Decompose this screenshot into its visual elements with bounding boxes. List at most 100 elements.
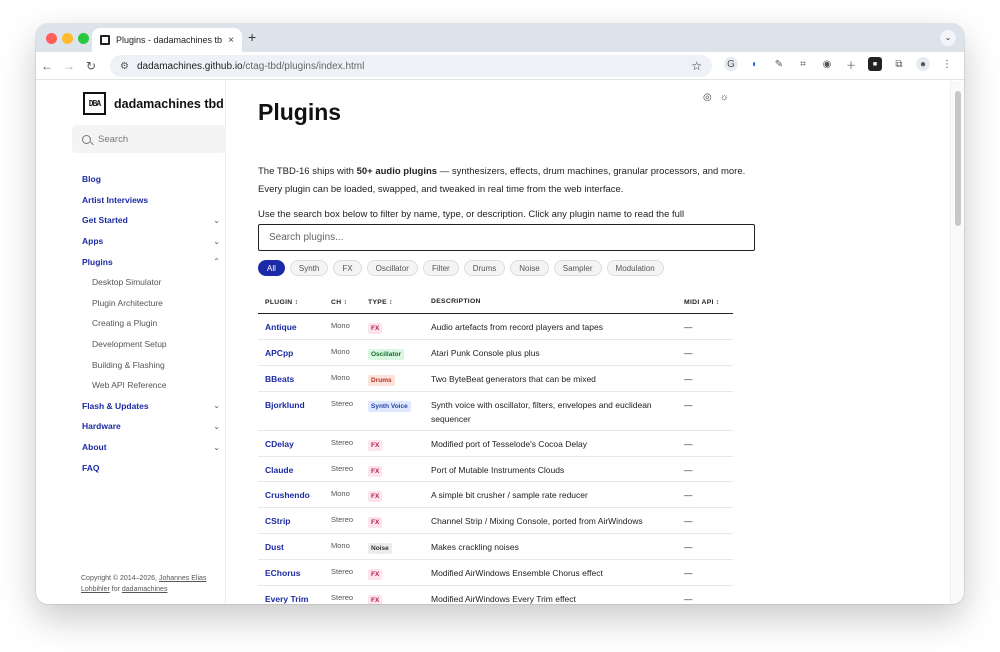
extension-badge-icon[interactable]: ■	[868, 57, 882, 71]
sidebar-item-label: Flash & Updates	[82, 400, 149, 411]
sidebar: DBA dadamachines tbd Search Blog Artist I…	[36, 81, 226, 604]
tab-plugins[interactable]: Plugins - dadamachines tbd ×	[92, 28, 242, 52]
chevron-down-icon[interactable]: ⌄	[213, 237, 220, 246]
filter-chip-fx[interactable]: FX	[333, 260, 362, 276]
midi-api-cell: —	[684, 373, 693, 384]
plugin-link[interactable]: Claude	[265, 465, 293, 475]
column-header[interactable]: PLUGIN ↕	[258, 299, 331, 306]
sidebar-item-label: Artist Interviews	[82, 194, 149, 205]
extension-camera-icon[interactable]: ◉	[820, 57, 834, 71]
chevron-down-icon[interactable]: ⌄	[213, 216, 220, 225]
plugin-search-input[interactable]: Search plugins...	[258, 224, 755, 251]
table-row: Antique Mono FX Audio artefacts from record…	[258, 314, 733, 340]
accessibility-eye-icon[interactable]: ◎	[703, 92, 712, 103]
plugin-link[interactable]: Bjorklund	[265, 400, 305, 410]
column-header[interactable]: CH ↕	[331, 299, 368, 306]
sidebar-item-web-api-reference[interactable]: Web API Reference	[82, 375, 226, 396]
midi-api-cell: —	[684, 490, 693, 501]
extension-crop-icon[interactable]: ⌗	[796, 57, 810, 71]
sidebar-item-desktop-simulator[interactable]: Desktop Simulator	[82, 272, 226, 293]
sidebar-item-flash-updates[interactable]: Flash & Updates ⌄	[82, 396, 226, 417]
channel-cell: Mono	[331, 372, 350, 382]
filter-chip-oscillator[interactable]: Oscillator	[366, 260, 418, 276]
sidebar-item-get-started[interactable]: Get Started ⌄	[82, 210, 226, 231]
sidebar-item-faq[interactable]: FAQ	[82, 457, 226, 478]
minimize-window-button[interactable]	[62, 33, 73, 44]
theme-sun-icon[interactable]: ☼	[720, 92, 729, 103]
org-link[interactable]: dadamachines	[122, 586, 168, 593]
sidebar-item-about[interactable]: About ⌄	[82, 437, 226, 458]
sidebar-item-creating-a-plugin[interactable]: Creating a Plugin	[82, 313, 226, 334]
sidebar-item-artist-interviews[interactable]: Artist Interviews	[82, 190, 226, 211]
plugin-link[interactable]: CStrip	[265, 516, 291, 526]
address-bar[interactable]: ⚙ dadamachines.github.io/ctag-tbd/plugin…	[110, 55, 712, 77]
type-cell: FX	[368, 516, 431, 529]
sidebar-item-development-setup[interactable]: Development Setup	[82, 334, 226, 355]
sidebar-item-label: Plugin Architecture	[92, 297, 163, 308]
sidebar-item-plugin-architecture[interactable]: Plugin Architecture	[82, 293, 226, 314]
reload-icon[interactable]: ↻	[80, 59, 102, 73]
maximize-window-button[interactable]	[78, 33, 89, 44]
midi-api-cell: —	[684, 438, 693, 449]
sidebar-search-input[interactable]: Search	[72, 125, 226, 153]
filter-chip-noise[interactable]: Noise	[510, 260, 549, 276]
plugin-link[interactable]: CDelay	[265, 439, 294, 449]
plugin-name-cell: Every Trim	[258, 594, 331, 604]
sidebar-item-blog[interactable]: Blog	[82, 169, 226, 190]
profile-avatar[interactable]: ●	[916, 57, 930, 71]
extension-g-icon[interactable]: G	[724, 57, 738, 71]
close-window-button[interactable]	[46, 33, 57, 44]
filter-chip-modulation[interactable]: Modulation	[606, 260, 664, 276]
channel-cell: Stereo	[331, 398, 354, 408]
bookmark-star-icon[interactable]: ☆	[691, 59, 702, 73]
filter-chip-drums[interactable]: Drums	[463, 260, 506, 276]
plugin-name-cell: Bjorklund	[258, 400, 331, 410]
site-favicon-icon	[100, 35, 110, 45]
new-tab-button[interactable]: +	[248, 29, 256, 45]
channel-cell: Mono	[331, 321, 350, 330]
plugin-name-cell: BBeats	[258, 374, 331, 384]
browser-menu-icon[interactable]: ⋮	[940, 57, 954, 71]
plugin-link[interactable]: APCpp	[265, 348, 293, 358]
copyright: Copyright © 2014–2026, Johannes Elias Lo…	[81, 575, 207, 593]
chevron-down-icon[interactable]: ⌄	[213, 422, 220, 431]
tab-close-icon[interactable]: ×	[228, 35, 234, 46]
sidebar-item-hardware[interactable]: Hardware ⌄	[82, 416, 226, 437]
plugin-link[interactable]: Dust	[265, 542, 284, 552]
plugin-link[interactable]: EChorus	[265, 568, 300, 578]
extension-plus-icon[interactable]: ＋	[844, 57, 858, 72]
plugin-name-cell: Dust	[258, 542, 331, 552]
filter-chip-filter[interactable]: Filter	[422, 260, 459, 276]
filter-chip-sampler[interactable]: Sampler	[553, 260, 602, 276]
plugin-link[interactable]: Crushendo	[265, 490, 310, 500]
chevron-down-icon[interactable]: ⌄	[213, 443, 220, 452]
sidebar-item-building-flashing[interactable]: Building & Flashing	[82, 354, 226, 375]
midi-api-cell: —	[684, 399, 693, 410]
tab-search-icon[interactable]: ⌄	[940, 30, 956, 46]
dadamachines-logo: DBA	[83, 92, 106, 115]
plugin-link[interactable]: Antique	[265, 322, 297, 332]
plugin-link[interactable]: Every Trim	[265, 594, 308, 604]
extension-pen-icon[interactable]: ✎	[772, 57, 786, 71]
column-header[interactable]: TYPE ↕	[368, 299, 431, 306]
sidebar-item-apps[interactable]: Apps ⌄	[82, 231, 226, 252]
channel-cell: Mono	[331, 541, 350, 551]
extensions-puzzle-icon[interactable]: ⧉	[892, 57, 906, 71]
site-settings-icon[interactable]: ⚙	[120, 61, 129, 72]
column-header[interactable]: DESCRIPTION	[431, 295, 680, 309]
chevron-up-icon[interactable]: ⌃	[213, 257, 220, 266]
page-scrollbar[interactable]	[950, 81, 964, 604]
scrollbar-thumb[interactable]	[955, 91, 961, 226]
extension-swirl-icon[interactable]: ◐	[748, 57, 762, 71]
filter-chip-synth[interactable]: Synth	[289, 260, 329, 276]
column-header[interactable]: MIDI API ↕	[680, 299, 733, 306]
type-badge: FX	[368, 595, 383, 604]
sidebar-item-plugins[interactable]: Plugins ⌃	[82, 251, 226, 272]
brand[interactable]: DBA dadamachines tbd	[83, 92, 224, 115]
filter-chip-all[interactable]: All	[258, 260, 285, 276]
forward-arrow-icon[interactable]: →	[58, 59, 80, 73]
url-text[interactable]: dadamachines.github.io/ctag-tbd/plugins/…	[137, 61, 683, 72]
back-arrow-icon[interactable]: ←	[36, 59, 58, 73]
plugin-link[interactable]: BBeats	[265, 374, 294, 384]
chevron-down-icon[interactable]: ⌄	[213, 401, 220, 410]
